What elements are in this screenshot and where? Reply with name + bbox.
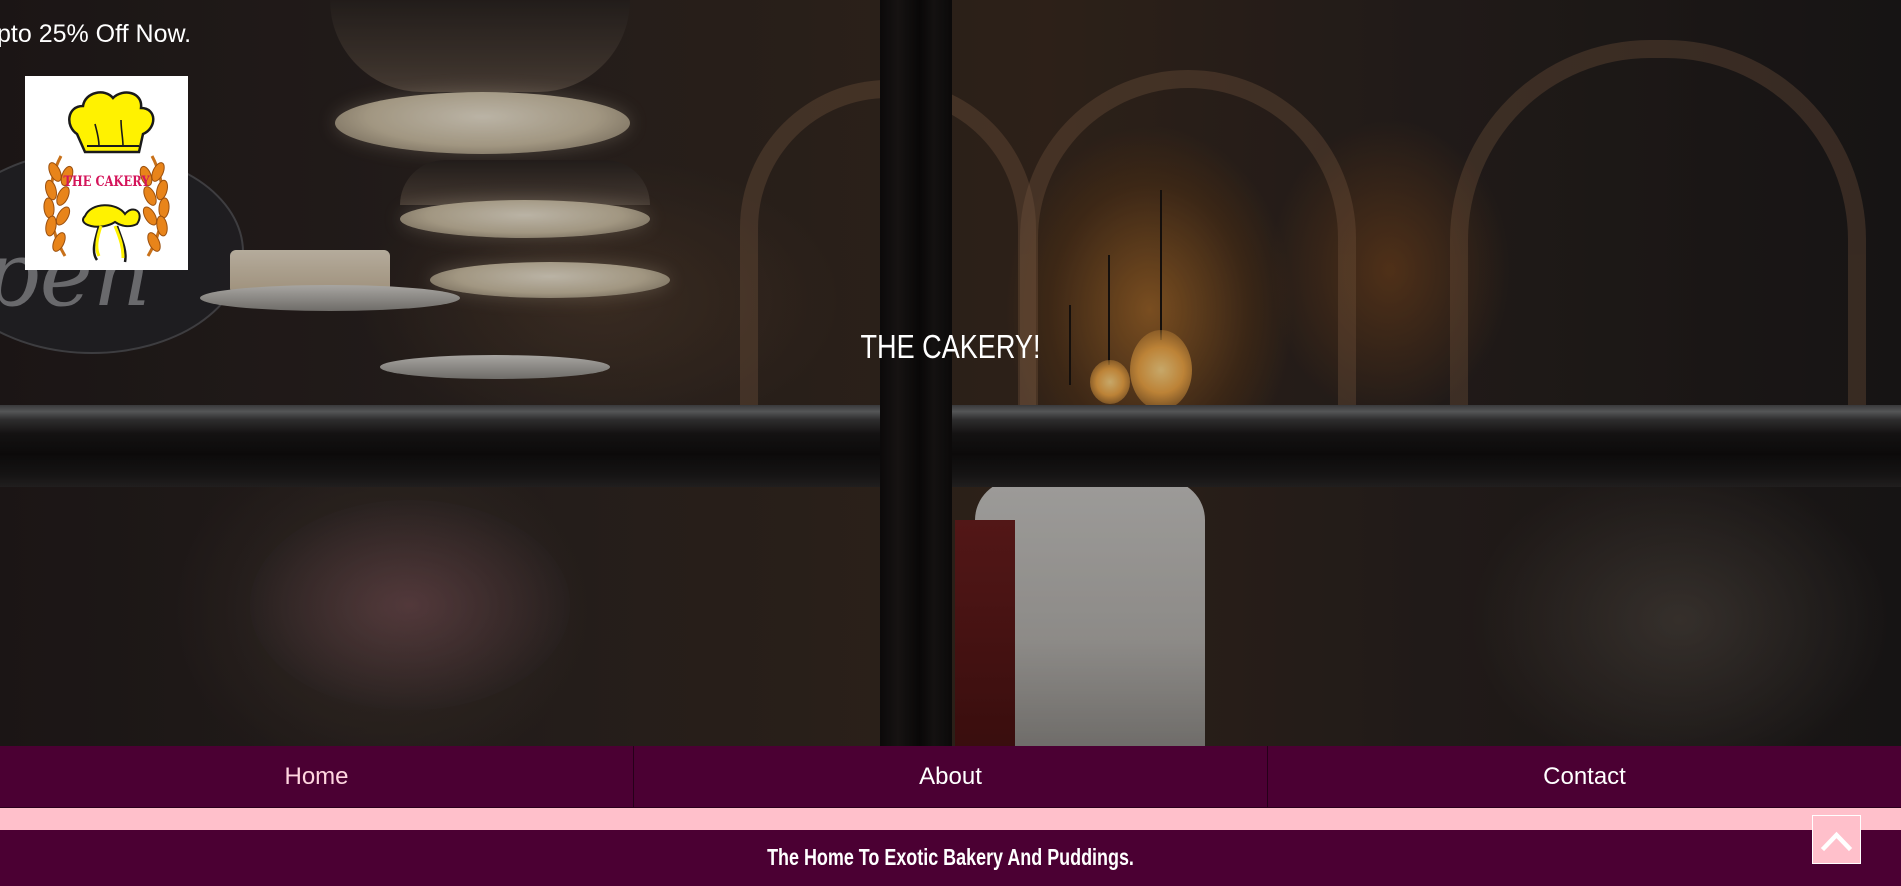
nav-item-about[interactable]: About <box>634 746 1268 808</box>
site-logo[interactable]: THE CAKERY <box>25 76 188 270</box>
hero-overlay <box>0 0 1901 746</box>
chevron-up-icon <box>1820 831 1853 852</box>
main-navigation: Home About Contact <box>0 746 1901 808</box>
promo-marquee: pto 25% Off Now. <box>0 20 192 48</box>
hero-banner: pen pto 25% Off Now. <box>0 0 1901 746</box>
tagline-bar: The Home To Exotic Bakery And Puddings. <box>0 830 1901 886</box>
logo-text: THE CAKERY <box>63 174 150 190</box>
chef-hat-wreath-logo-icon <box>43 91 170 263</box>
tagline-text: The Home To Exotic Bakery And Puddings. <box>767 844 1134 870</box>
divider-strip <box>0 808 1901 830</box>
nav-item-contact[interactable]: Contact <box>1268 746 1901 808</box>
hero-title: THE CAKERY! <box>860 328 1041 365</box>
nav-item-home[interactable]: Home <box>0 746 634 808</box>
page: pen pto 25% Off Now. <box>0 0 1901 886</box>
back-to-top-button[interactable] <box>1812 815 1861 864</box>
